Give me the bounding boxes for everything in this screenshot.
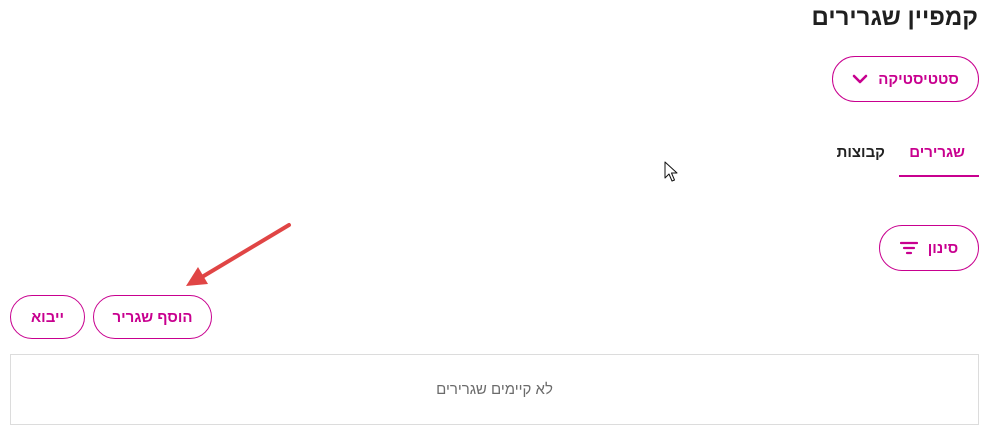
red-arrow-annotation: [186, 223, 291, 286]
empty-message: לא קיימים שגרירים: [436, 381, 553, 398]
statistics-button[interactable]: סטטיסטיקה: [832, 56, 979, 102]
tabs: שגרירים קבוצות: [823, 132, 979, 177]
statistics-button-label: סטטיסטיקה: [878, 70, 959, 88]
add-ambassador-button[interactable]: הוסף שגריר: [93, 295, 212, 339]
import-button[interactable]: ייבוא: [10, 295, 85, 339]
chevron-down-icon: [852, 73, 868, 85]
ambassadors-list-empty: לא קיימים שגרירים: [10, 354, 979, 425]
page: קמפיין שגרירים סטטיסטיקה שגרירים קבוצות …: [0, 0, 997, 433]
filter-button-label: סינון: [927, 239, 959, 257]
tab-ambassadors[interactable]: שגרירים: [899, 132, 979, 177]
page-title: קמפיין שגרירים: [811, 4, 978, 31]
tab-groups[interactable]: קבוצות: [823, 132, 899, 177]
filter-icon: [899, 241, 918, 255]
filter-button[interactable]: סינון: [879, 225, 979, 271]
mouse-pointer-icon: [664, 161, 678, 182]
